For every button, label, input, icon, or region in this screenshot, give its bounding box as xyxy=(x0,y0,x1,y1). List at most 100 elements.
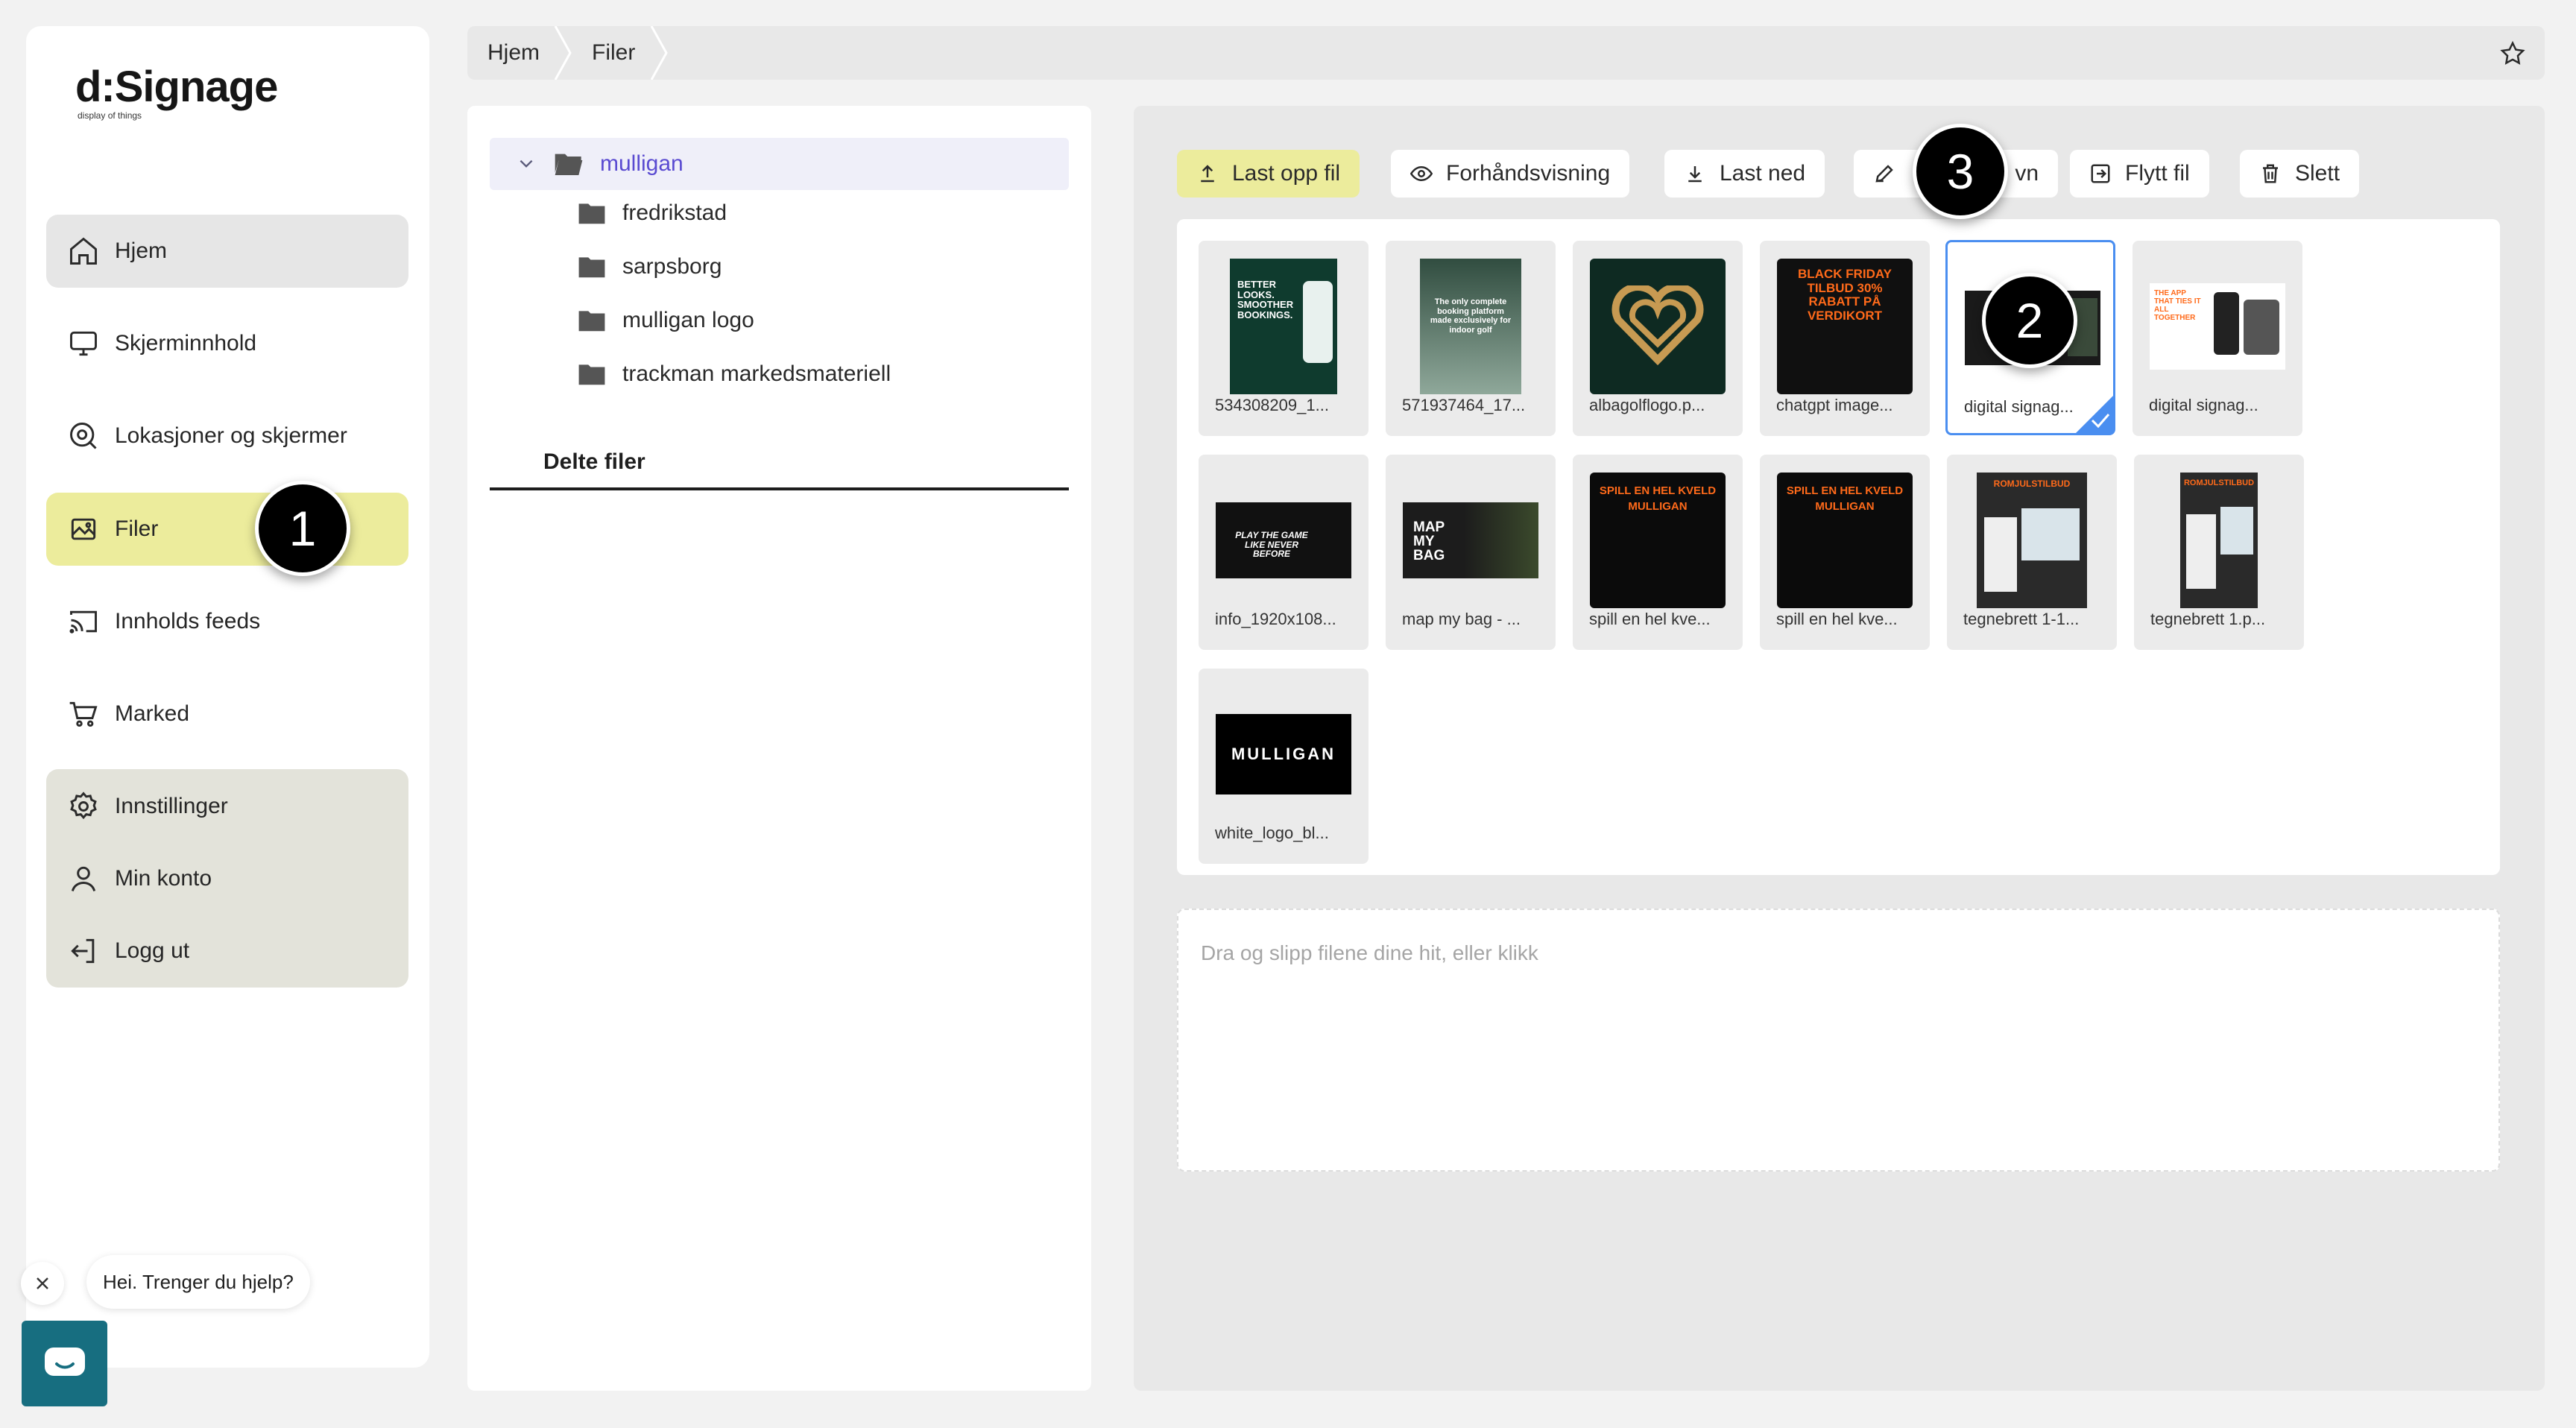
folder-item[interactable]: fredrikstad xyxy=(578,200,727,226)
move-icon xyxy=(2091,164,2110,183)
thumbnail-text: THE APP THAT TIES IT ALL TOGETHER xyxy=(2154,289,2201,322)
checkmark-icon xyxy=(2091,414,2110,429)
file-name: digital signag... xyxy=(2149,396,2258,414)
file-tile[interactable]: BLACK FRIDAY TILBUD 30% RABATT PÅ VERDIK… xyxy=(1760,241,1930,436)
delete-button[interactable]: Slett xyxy=(2240,150,2360,198)
download-button[interactable]: Last ned xyxy=(1664,150,1825,198)
sidebar-item-files[interactable]: Filer xyxy=(46,493,408,566)
file-name: map my bag - ... xyxy=(1402,610,1521,628)
thumbnail-text: ROMJULSTILBUD xyxy=(1993,478,2071,489)
move-file-button[interactable]: Flytt fil xyxy=(2070,150,2209,198)
file-thumbnail: MAP MY BAG xyxy=(1403,473,1538,608)
sidebar-item-label: Hjem xyxy=(115,238,168,263)
breadcrumb: Hjem Filer xyxy=(467,26,2545,80)
location-icon xyxy=(70,423,97,449)
chevron-down-icon[interactable] xyxy=(517,154,536,174)
file-thumbnail: ROMJULSTILBUD xyxy=(1964,473,2100,608)
sidebar-item-label: Innholds feeds xyxy=(115,609,261,634)
logout-label: Logg ut xyxy=(115,938,190,963)
thumbnail-text: MULLIGAN xyxy=(1231,745,1336,763)
trash-icon xyxy=(2263,164,2278,183)
upload-button[interactable]: Last opp fil xyxy=(1177,150,1360,198)
folder-label: mulligan logo xyxy=(622,308,754,332)
thumbnail-text: MAP MY BAG xyxy=(1413,519,1445,563)
breadcrumb-home[interactable]: Hjem xyxy=(487,26,540,80)
chat-icon xyxy=(44,1347,85,1376)
folder-label: sarpsborg xyxy=(622,254,722,279)
user-icon xyxy=(71,866,96,891)
folder-icon xyxy=(578,203,605,224)
home-icon xyxy=(70,237,97,265)
folder-root[interactable]: mulligan xyxy=(490,138,1069,190)
file-dropzone[interactable]: Dra og slipp filene dine hit, eller klik… xyxy=(1177,909,2500,1172)
file-tile[interactable]: SPILL EN HEL KVELD MULLIGAN spill en hel… xyxy=(1760,455,1930,650)
file-thumbnail: SPILL EN HEL KVELD MULLIGAN xyxy=(1590,473,1726,608)
file-name: white_logo_bl... xyxy=(1215,824,1329,842)
file-thumbnail: The only complete booking platform made … xyxy=(1403,259,1538,394)
file-tile[interactable]: PLAY THE GAME LIKE NEVER BEFORE info_192… xyxy=(1199,455,1368,650)
folder-icon xyxy=(578,311,605,332)
chat-close-button[interactable] xyxy=(21,1262,64,1305)
folder-item[interactable]: trackman markedsmateriell xyxy=(578,361,891,387)
file-thumbnail: SPILL EN HEL KVELD MULLIGAN xyxy=(1777,473,1913,608)
file-name: info_1920x108... xyxy=(1215,610,1336,628)
folder-item[interactable]: mulligan logo xyxy=(578,308,754,333)
logo-subtext: display of things xyxy=(78,110,142,121)
preview-button[interactable]: Forhåndsvisning xyxy=(1391,150,1630,198)
star-icon[interactable] xyxy=(2498,40,2527,68)
sidebar-item-settings[interactable]: Innstillinger xyxy=(67,790,228,823)
preview-label: Forhåndsvisning xyxy=(1446,161,1611,186)
file-tile[interactable]: SPILL EN HEL KVELD MULLIGAN spill en hel… xyxy=(1573,455,1743,650)
sidebar-item-my-account[interactable]: Min konto xyxy=(67,862,212,895)
chat-greeting[interactable]: Hei. Trenger du hjelp? xyxy=(86,1255,310,1309)
file-tile[interactable]: BETTER LOOKS. SMOOTHER BOOKINGS. 5343082… xyxy=(1199,241,1368,436)
sidebar-item-screen-content[interactable]: Skjerminnhold xyxy=(46,307,408,380)
file-tile[interactable]: MAP MY BAG map my bag - ... xyxy=(1386,455,1556,650)
file-name: tegnebrett 1.p... xyxy=(2150,610,2266,628)
file-tile[interactable]: MULLIGAN white_logo_bl... xyxy=(1199,669,1368,864)
rename-label: vn xyxy=(2015,161,2039,186)
sidebar-item-label: Lokasjoner og skjermer xyxy=(115,423,347,448)
delete-label: Slett xyxy=(2295,161,2340,186)
chat-launcher-button[interactable] xyxy=(22,1321,107,1406)
sidebar-item-market[interactable]: Marked xyxy=(46,677,408,751)
monitor-icon xyxy=(70,331,97,356)
step-marker-2: 2 xyxy=(1982,273,2077,368)
folder-open-icon xyxy=(555,154,583,175)
thumbnail-text: SPILL EN HEL KVELD MULLIGAN xyxy=(1599,484,1717,513)
step-marker-3: 3 xyxy=(1913,124,2008,219)
file-name: tegnebrett 1-1... xyxy=(1963,610,2080,628)
thumbnail-text: ROMJULSTILBUD xyxy=(2183,478,2255,487)
file-tile[interactable]: The only complete booking platform made … xyxy=(1386,241,1556,436)
settings-label: Innstillinger xyxy=(115,794,228,818)
file-thumbnail: BETTER LOOKS. SMOOTHER BOOKINGS. xyxy=(1216,259,1351,394)
upload-label: Last opp fil xyxy=(1232,161,1341,186)
folder-item[interactable]: sarpsborg xyxy=(578,254,722,279)
sidebar-item-logout[interactable]: Logg ut xyxy=(67,935,189,967)
eye-icon xyxy=(1410,165,1433,182)
file-thumbnail: BLACK FRIDAY TILBUD 30% RABATT PÅ VERDIK… xyxy=(1777,259,1913,394)
cast-icon xyxy=(69,610,97,634)
sidebar-item-content-feeds[interactable]: Innholds feeds xyxy=(46,585,408,658)
folder-icon xyxy=(578,257,605,278)
app-logo[interactable]: d:Signage display of things xyxy=(75,66,278,121)
account-menu-group: Innstillinger Min konto Logg ut xyxy=(46,769,408,988)
upload-icon xyxy=(1201,165,1214,183)
thumbnail-text: The only complete booking platform made … xyxy=(1430,297,1512,335)
file-tile[interactable]: THE APP THAT TIES IT ALL TOGETHER digita… xyxy=(2133,241,2302,436)
file-tile[interactable]: ROMJULSTILBUD tegnebrett 1-1... xyxy=(1947,455,2117,650)
breadcrumb-separator-icon xyxy=(554,26,572,80)
folder-label: fredrikstad xyxy=(622,200,727,225)
sidebar-item-home[interactable]: Hjem xyxy=(46,215,408,288)
thumbnail-text: PLAY THE GAME LIKE NEVER BEFORE xyxy=(1235,530,1308,560)
sidebar-item-locations[interactable]: Lokasjoner og skjermer xyxy=(46,399,408,473)
file-thumbnail: THE APP THAT TIES IT ALL TOGETHER xyxy=(2150,259,2285,394)
step-marker-1: 1 xyxy=(255,481,350,576)
heart-logo-icon xyxy=(1611,285,1704,366)
file-tile[interactable]: albagolflogo.p... xyxy=(1573,241,1743,436)
image-icon xyxy=(71,518,96,540)
breadcrumb-files[interactable]: Filer xyxy=(592,26,635,80)
tab-shared-files[interactable]: Delte filer xyxy=(490,437,1069,490)
file-tile[interactable]: ROMJULSTILBUD tegnebrett 1.p... xyxy=(2134,455,2304,650)
file-name: 534308209_1... xyxy=(1215,396,1329,414)
